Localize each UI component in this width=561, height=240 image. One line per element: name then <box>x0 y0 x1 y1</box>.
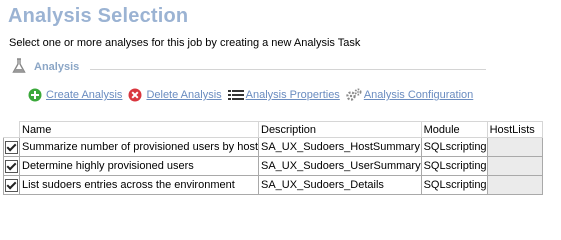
checkbox-column-header <box>3 121 20 138</box>
cell-description[interactable]: SA_UX_Sudoers_Details <box>258 175 422 195</box>
table-row[interactable]: List sudoers entries across the environm… <box>3 175 543 195</box>
gears-icon <box>346 88 362 102</box>
analysis-configuration-link[interactable]: Analysis Configuration <box>364 89 473 101</box>
cell-name[interactable]: Determine highly provisioned users <box>19 156 259 176</box>
delete-circle-icon <box>128 88 142 102</box>
cell-hostlists[interactable] <box>486 175 543 195</box>
cell-description[interactable]: SA_UX_Sudoers_HostSummary <box>258 137 422 157</box>
row-checkbox[interactable] <box>5 140 18 154</box>
section-divider <box>90 69 486 70</box>
cell-module[interactable]: SQLscripting <box>420 137 488 157</box>
list-icon <box>227 88 244 102</box>
row-checkbox[interactable] <box>5 159 18 173</box>
page-title: Analysis Selection <box>8 5 189 27</box>
cell-module[interactable]: SQLscripting <box>420 175 488 195</box>
table-header-row: Name Description Module HostLists <box>3 121 543 138</box>
row-checkbox-cell[interactable] <box>3 175 20 195</box>
cell-description[interactable]: SA_UX_Sudoers_UserSummary <box>258 156 422 176</box>
delete-analysis-button[interactable]: Delete Analysis <box>128 88 222 102</box>
delete-analysis-link[interactable]: Delete Analysis <box>146 89 221 101</box>
column-header-description[interactable]: Description <box>258 121 422 138</box>
row-checkbox-cell[interactable] <box>3 156 20 176</box>
cell-hostlists[interactable] <box>486 156 543 176</box>
table-row[interactable]: Summarize number of provisioned users by… <box>3 137 543 157</box>
section-label: Analysis <box>34 61 80 73</box>
table-row[interactable]: Determine highly provisioned users SA_UX… <box>3 156 543 176</box>
page-subtitle: Select one or more analyses for this job… <box>9 37 361 49</box>
analysis-toolbar: Create Analysis Delete Analysis Analysis… <box>28 86 479 104</box>
row-checkbox[interactable] <box>5 178 18 192</box>
create-analysis-link[interactable]: Create Analysis <box>46 89 122 101</box>
column-header-hostlists[interactable]: HostLists <box>486 121 543 138</box>
column-header-name[interactable]: Name <box>19 121 259 138</box>
analysis-properties-button[interactable]: Analysis Properties <box>227 88 340 102</box>
cell-name[interactable]: List sudoers entries across the environm… <box>19 175 259 195</box>
analysis-properties-link[interactable]: Analysis Properties <box>246 89 340 101</box>
cell-module[interactable]: SQLscripting <box>420 156 488 176</box>
column-header-module[interactable]: Module <box>420 121 488 138</box>
plus-circle-icon <box>28 88 42 102</box>
analysis-section-header: Analysis <box>8 58 488 78</box>
analysis-table: Name Description Module HostLists Summar… <box>3 121 543 195</box>
analysis-configuration-button[interactable]: Analysis Configuration <box>346 88 473 102</box>
cell-hostlists[interactable] <box>486 137 543 157</box>
row-checkbox-cell[interactable] <box>3 137 20 157</box>
create-analysis-button[interactable]: Create Analysis <box>28 88 122 102</box>
cell-name[interactable]: Summarize number of provisioned users by… <box>19 137 259 157</box>
flask-icon <box>12 58 26 79</box>
